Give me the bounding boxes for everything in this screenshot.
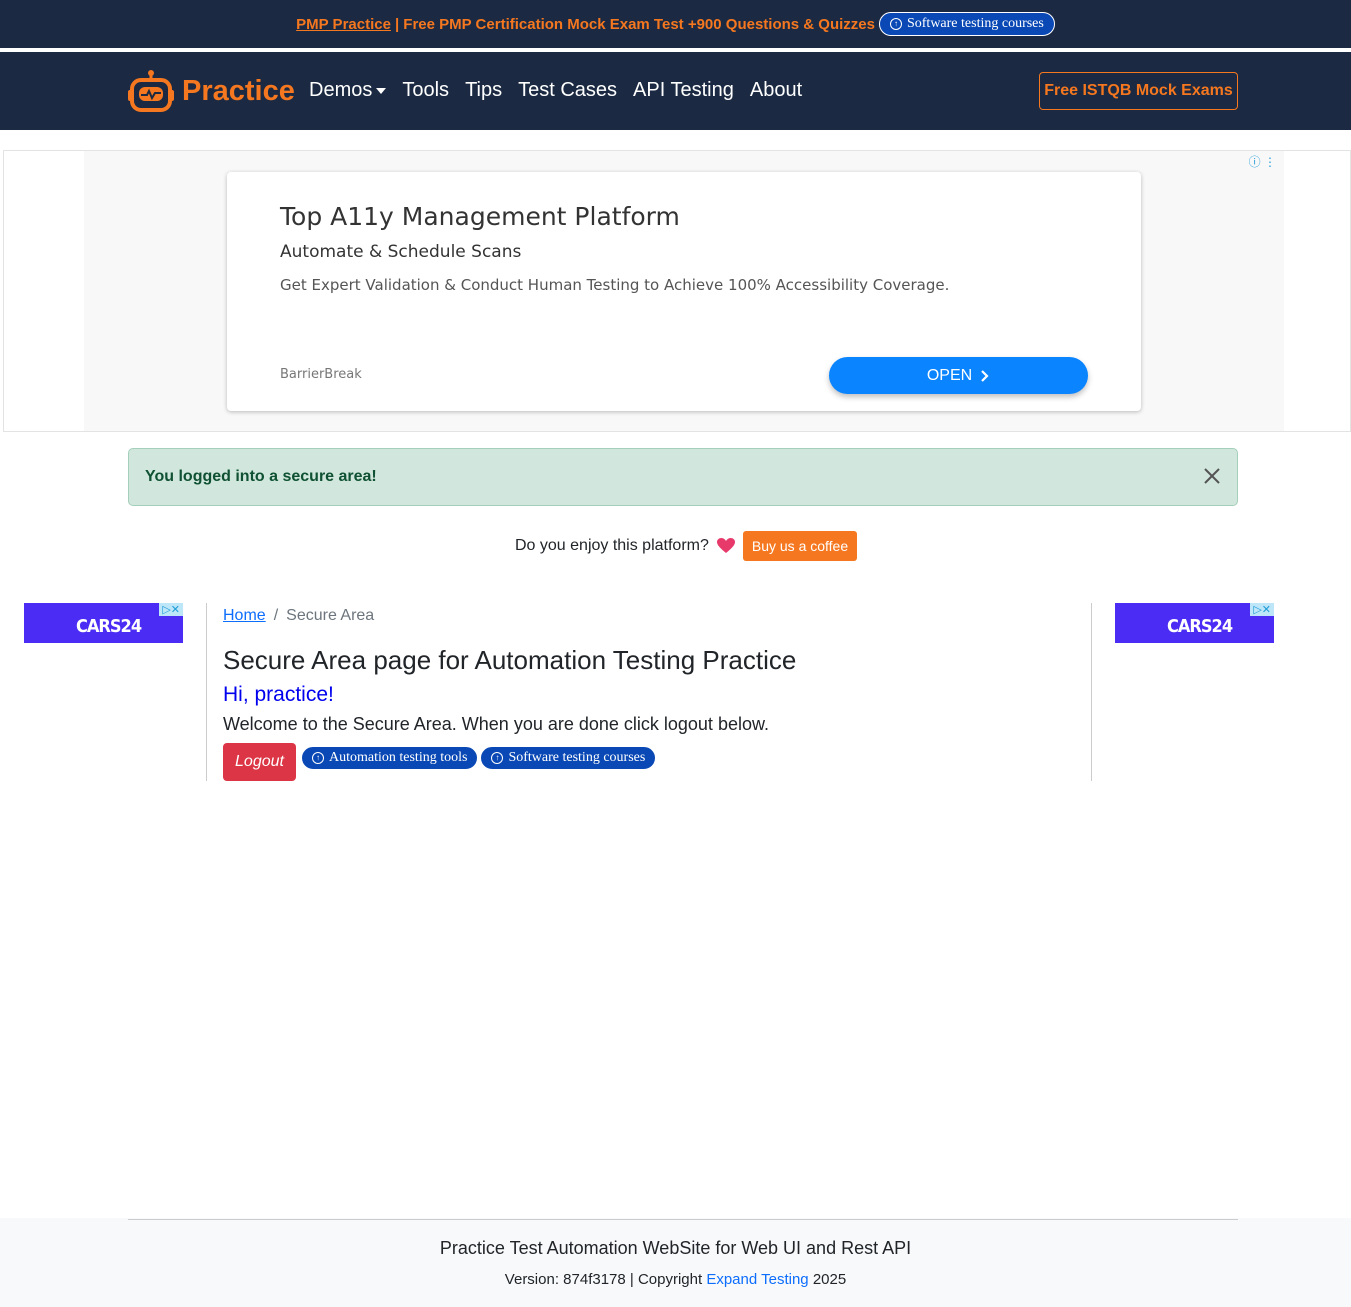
footer-version: Version: 874f3178 | Copyright <box>504 1271 703 1288</box>
success-alert: You logged into a secure area! <box>128 448 1238 506</box>
breadcrumb-current: Secure Area <box>286 607 375 624</box>
close-icon[interactable] <box>1201 465 1223 487</box>
footer-title: Practice Test Automation WebSite for Web… <box>439 1238 912 1258</box>
welcome-message: Welcome to the Secure Area. When you are… <box>223 714 769 734</box>
ad-container: ⓘ ⋮ Top A11y Management Platform Automat… <box>84 151 1284 431</box>
cars24-logo: CARS24 <box>1167 616 1233 637</box>
nav-api-testing[interactable]: API Testing <box>633 79 734 102</box>
software-courses-label: Software testing courses <box>508 750 646 765</box>
chevron-right-icon <box>981 369 989 382</box>
nav-about[interactable]: About <box>750 79 802 102</box>
ad-open-label: OPEN <box>926 366 973 384</box>
footer: Practice Test Automation WebSite for Web… <box>0 1218 1351 1307</box>
circle-arrow-icon: ↑ <box>889 18 902 30</box>
nav-links: Demos Tools Tips Test Cases API Testing … <box>309 79 802 102</box>
brand-name: Practice <box>182 74 295 107</box>
top-banner: PMP Practice | Free PMP Certification Mo… <box>0 0 1351 50</box>
robot-logo-icon <box>128 70 174 112</box>
breadcrumb: Home / Secure Area <box>223 607 374 625</box>
buy-coffee-button[interactable]: Buy us a coffee <box>742 531 858 561</box>
caret-down-icon <box>376 87 387 94</box>
right-side-ad[interactable]: CARS24 ▷✕ <box>1115 603 1274 643</box>
footer-copyright: Version: 874f3178 | Copyright Expand Tes… <box>0 1271 1351 1288</box>
course-pills: ↑ Automation testing tools ↑ Software te… <box>301 746 657 770</box>
ad-card[interactable]: Top A11y Management Platform Automate & … <box>227 172 1141 411</box>
logout-button[interactable]: Logout <box>223 743 296 781</box>
breadcrumb-home[interactable]: Home <box>223 607 266 624</box>
ad-open-button[interactable]: OPEN <box>829 357 1088 394</box>
banner-courses-pill[interactable]: ↑ Software testing courses <box>878 12 1055 36</box>
cars24-logo: CARS24 <box>76 616 142 637</box>
circle-arrow-icon: ↑ <box>312 752 324 764</box>
breadcrumb-separator: / <box>273 607 279 624</box>
ad-choices-icon[interactable]: ▷✕ <box>1250 603 1274 616</box>
ad-subtitle: Automate & Schedule Scans <box>280 242 522 262</box>
alert-message: You logged into a secure area! <box>145 468 377 485</box>
automation-tools-label: Automation testing tools <box>329 750 468 765</box>
ad-advertiser: BarrierBreak <box>280 367 362 382</box>
user-greeting: Hi, practice! <box>223 683 334 706</box>
software-courses-pill[interactable]: ↑ Software testing courses <box>480 746 657 770</box>
main-content: Home / Secure Area Secure Area page for Au… <box>206 603 1092 781</box>
banner-courses-label: Software testing courses <box>906 16 1044 31</box>
brand-logo-link[interactable]: Practice <box>128 69 295 113</box>
nav-demos-dropdown[interactable]: Demos <box>309 79 387 102</box>
nav-demos-label: Demos <box>309 79 373 101</box>
support-prompt: Do you enjoy this platform? Buy us a cof… <box>515 531 858 561</box>
heart-icon <box>716 538 735 553</box>
automation-tools-pill[interactable]: ↑ Automation testing tools <box>301 746 479 770</box>
pmp-banner-text[interactable]: | Free PMP Certification Mock Exam Test … <box>395 16 875 33</box>
main-navbar: Practice Demos Tools Tips Test Cases API… <box>0 52 1351 130</box>
footer-year: 2025 <box>812 1271 847 1288</box>
expand-testing-link[interactable]: Expand Testing <box>706 1271 808 1288</box>
nav-test-cases[interactable]: Test Cases <box>518 79 617 102</box>
pmp-practice-link[interactable]: PMP Practice <box>296 16 391 33</box>
support-question: Do you enjoy this platform? <box>515 537 709 554</box>
page-title: Secure Area page for Automation Testing … <box>223 645 797 675</box>
ad-info-icon[interactable]: ⓘ ⋮ <box>1249 153 1276 170</box>
ad-banner: ⓘ ⋮ Top A11y Management Platform Automat… <box>3 150 1351 432</box>
circle-arrow-icon: ↑ <box>491 752 504 764</box>
nav-tips[interactable]: Tips <box>465 79 502 102</box>
ad-title[interactable]: Top A11y Management Platform <box>280 202 680 231</box>
ad-description: Get Expert Validation & Conduct Human Te… <box>280 276 950 294</box>
nav-tools[interactable]: Tools <box>402 79 449 102</box>
istqb-mock-exams-button[interactable]: Free ISTQB Mock Exams <box>1039 72 1238 110</box>
footer-divider <box>128 1219 1238 1220</box>
left-side-ad[interactable]: CARS24 ▷✕ <box>24 603 183 643</box>
ad-choices-icon[interactable]: ▷✕ <box>159 603 183 616</box>
